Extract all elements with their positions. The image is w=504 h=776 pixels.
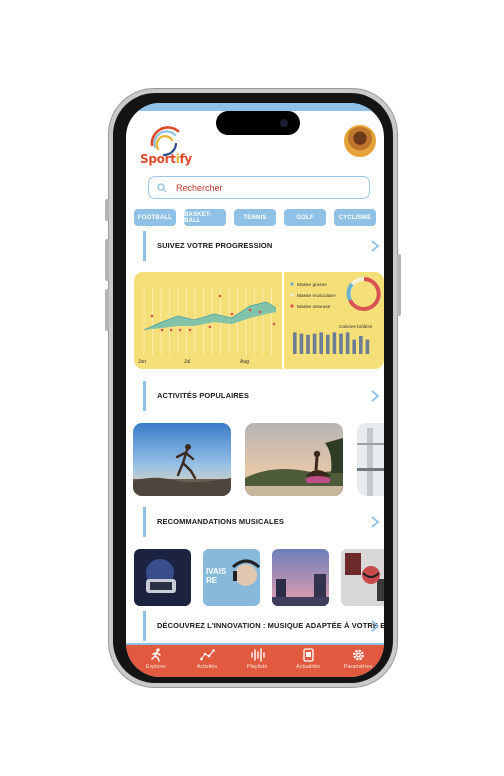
- tab-parametres-label: Paramètres: [343, 664, 373, 670]
- section-music-header[interactable]: RECOMMANDATIONS MUSICALES: [143, 507, 381, 537]
- activity-card-yoga[interactable]: [245, 423, 343, 496]
- runner-icon: [150, 648, 161, 662]
- tab-activites[interactable]: Activités: [187, 648, 227, 676]
- calorie-bar: [365, 339, 370, 354]
- calorie-bar: [293, 332, 297, 354]
- summary-panel: Masse grasse Masse musculaire Masse osse…: [290, 277, 381, 354]
- activity-card-gym[interactable]: [357, 423, 384, 496]
- chart-point: [230, 312, 234, 316]
- x-label-jul: Jul: [184, 359, 190, 365]
- chart-point: [208, 325, 212, 329]
- chip-golf[interactable]: GOLF: [284, 209, 326, 226]
- tab-explorer-label: Explorer: [145, 664, 167, 670]
- dynamic-island: [216, 111, 300, 135]
- volume-up-button: [105, 239, 109, 281]
- calorie-bar: [326, 334, 330, 354]
- search-bar[interactable]: [148, 176, 370, 199]
- activity-card-running[interactable]: [133, 423, 231, 496]
- chart-point: [169, 328, 173, 332]
- chevron-right-icon[interactable]: [370, 620, 380, 632]
- tab-playlists-label: Playlists: [246, 664, 268, 670]
- section-innovation-title: DÉCOUVREZ L'INNOVATION : MUSIQUE ADAPTÉE…: [157, 621, 384, 630]
- chart-point: [258, 310, 262, 314]
- tab-actualites[interactable]: Actualités: [288, 648, 328, 676]
- phone-frame: Sportify FOOTBALL BASKET-BALL TENNIS GOL…: [105, 88, 401, 688]
- tab-actualites-label: Actualités: [296, 664, 320, 670]
- chip-tennis[interactable]: TENNIS: [234, 209, 276, 226]
- music-carousel: IVAIS RE: [134, 549, 384, 606]
- chip-basketball[interactable]: BASKET-BALL: [184, 209, 226, 226]
- bar-chart-title: Calories brûlées: [339, 324, 373, 329]
- calorie-bar: [359, 336, 363, 354]
- calorie-bar: [299, 333, 304, 354]
- chart-point: [150, 314, 154, 318]
- legend-muscle: Masse musculaire: [297, 293, 336, 299]
- progress-area-chart: Jun Jul Aug: [138, 286, 277, 365]
- section-progress-header[interactable]: SUIVEZ VOTRE PROGRESSION: [143, 231, 381, 261]
- chart-point: [160, 328, 164, 332]
- music-card-album[interactable]: IVAIS RE: [203, 549, 260, 606]
- logo-wordmark: Sportify: [140, 152, 192, 166]
- section-innovation-header[interactable]: DÉCOUVREZ L'INNOVATION : MUSIQUE ADAPTÉE…: [143, 611, 384, 641]
- chart-point: [248, 308, 252, 312]
- activity-carousel: [133, 423, 384, 496]
- chart-point: [178, 328, 182, 332]
- search-input[interactable]: [176, 182, 356, 193]
- section-music-title: RECOMMANDATIONS MUSICALES: [157, 517, 284, 526]
- tab-activites-label: Activités: [196, 664, 218, 670]
- status-bar: [126, 103, 384, 111]
- chevron-right-icon[interactable]: [370, 240, 380, 252]
- x-label-aug: Aug: [240, 359, 249, 365]
- tab-explorer[interactable]: Explorer: [136, 648, 176, 676]
- search-icon: [157, 182, 167, 192]
- section-popular-header[interactable]: ACTIVITÉS POPULAIRES: [143, 381, 381, 411]
- category-chips: FOOTBALL BASKET-BALL TENNIS GOLF CYCLISM…: [134, 209, 384, 226]
- calorie-bar: [312, 333, 317, 354]
- legend-dot-muscle: [290, 293, 294, 297]
- music-card-album-text: IVAIS RE: [206, 567, 227, 585]
- calorie-bar: [339, 333, 343, 354]
- calorie-bar: [352, 339, 356, 354]
- music-card-city[interactable]: [272, 549, 329, 606]
- chip-football[interactable]: FOOTBALL: [134, 209, 176, 226]
- user-avatar[interactable]: [344, 125, 376, 157]
- legend-bone: Masse osseuse: [297, 304, 331, 310]
- progress-dashboard[interactable]: Jun Jul Aug Masse grasse Masse musculair…: [134, 272, 384, 369]
- music-card-portrait[interactable]: [341, 549, 384, 606]
- chevron-right-icon[interactable]: [370, 516, 380, 528]
- volume-down-button: [105, 289, 109, 331]
- calorie-bar: [319, 332, 323, 354]
- chip-cyclisme[interactable]: CYCLISME: [334, 209, 376, 226]
- app-screen: Sportify FOOTBALL BASKET-BALL TENNIS GOL…: [126, 103, 384, 677]
- calorie-bar: [306, 334, 310, 354]
- legend-dot-fat: [290, 282, 294, 286]
- mute-switch: [105, 199, 109, 221]
- section-popular-title: ACTIVITÉS POPULAIRES: [157, 391, 250, 400]
- tab-playlists[interactable]: Playlists: [237, 648, 277, 676]
- music-card-headphones[interactable]: [134, 549, 191, 606]
- calories-bar-chart: [293, 332, 370, 354]
- legend-fat: Masse grasse: [297, 282, 327, 288]
- x-label-jun: Jun: [138, 359, 146, 365]
- chart-point: [218, 294, 222, 298]
- calorie-bar: [332, 332, 337, 354]
- section-progress-title: SUIVEZ VOTRE PROGRESSION: [157, 241, 273, 250]
- calorie-bar: [345, 332, 350, 354]
- legend-dot-bone: [290, 304, 294, 308]
- chart-point: [272, 322, 276, 326]
- tab-parametres[interactable]: Paramètres: [338, 648, 378, 676]
- graph-icon: [199, 649, 215, 661]
- bottom-tab-bar: Explorer Activités Playlists Actualités …: [126, 643, 384, 677]
- soundwave-icon: [250, 648, 265, 662]
- chart-point: [188, 328, 192, 332]
- gear-icon: [352, 649, 364, 661]
- chevron-right-icon[interactable]: [370, 390, 380, 402]
- donut-chart: [346, 277, 381, 311]
- news-icon: [302, 648, 314, 662]
- power-button: [397, 254, 401, 316]
